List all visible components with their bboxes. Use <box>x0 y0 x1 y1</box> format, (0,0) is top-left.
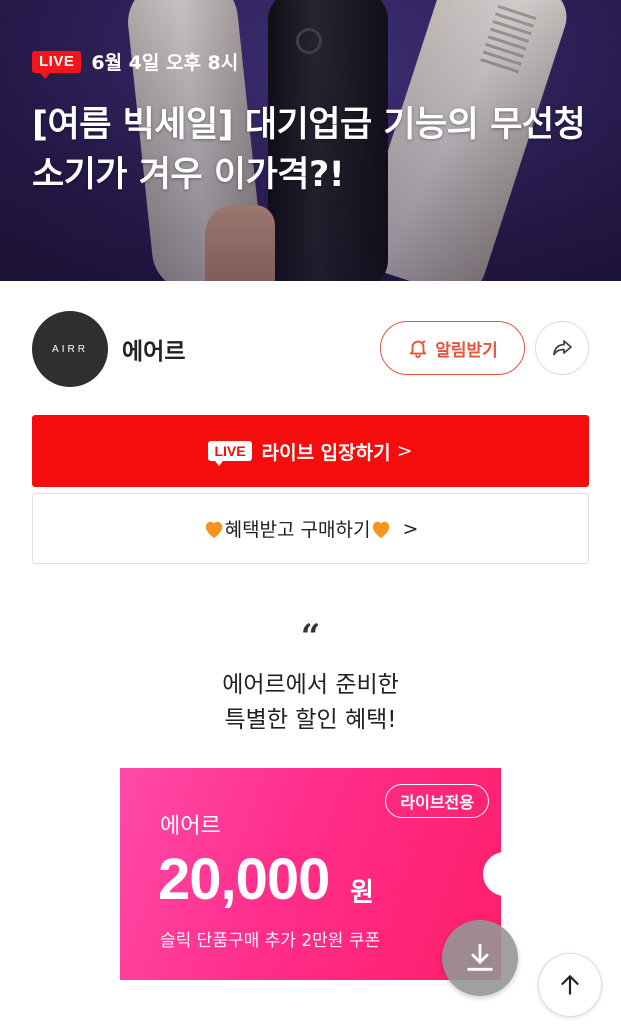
channel-avatar[interactable]: AIRR <box>32 311 108 387</box>
benefit-headline-line1: 에어르에서 준비한 <box>222 672 399 698</box>
coupon-download-button[interactable] <box>442 920 518 996</box>
notify-button[interactable]: 알림받기 <box>380 321 525 375</box>
buy-label: 혜택받고 구매하기 <box>224 519 371 541</box>
scroll-to-top-button[interactable] <box>538 953 602 1017</box>
download-icon <box>467 943 493 971</box>
channel-row: AIRR 에어르 알림받기 <box>32 311 589 387</box>
live-enter-button[interactable]: LIVE 라이브 입장하기 > <box>32 415 589 487</box>
quote-icon: “ <box>300 617 321 657</box>
coupon-unit: 원 <box>350 878 374 908</box>
live-badge-small: LIVE <box>208 441 252 466</box>
buy-with-benefit-button[interactable]: 혜택받고 구매하기 > <box>32 493 589 564</box>
live-enter-label: 라이브 입장하기 <box>261 441 391 464</box>
coupon-amount: 20,000 <box>158 847 330 912</box>
share-button[interactable] <box>535 321 589 375</box>
channel-name[interactable]: 에어르 <box>122 332 185 366</box>
hero-banner[interactable]: LIVE 6월 4일 오후 8시 [여름 빅세일] 대기업급 기능의 무선청소기… <box>0 0 621 281</box>
live-badge: LIVE <box>32 50 82 79</box>
coupon-notch <box>483 852 527 896</box>
arrow-up-icon <box>561 975 579 995</box>
chevron-right-icon: > <box>396 440 413 462</box>
coupon-description: 슬릭 단품구매 추가 2만원 쿠폰 <box>160 931 381 951</box>
avatar-logo-text: AIRR <box>52 343 88 355</box>
chevron-right-icon: > <box>402 517 419 540</box>
benefit-headline-line2: 특별한 할인 혜택! <box>224 707 397 733</box>
live-schedule: LIVE 6월 4일 오후 8시 <box>32 48 239 79</box>
coupon-brand: 에어르 <box>160 814 221 839</box>
live-title: [여름 빅세일] 대기업급 기능의 무선청소기가 겨우 이가격?! <box>32 105 586 195</box>
notify-label: 알림받기 <box>435 340 498 361</box>
live-only-tag: 라이브전용 <box>385 784 489 818</box>
benefit-headline: 에어르에서 준비한 특별한 할인 혜택! <box>0 668 621 738</box>
live-date: 6월 4일 오후 8시 <box>91 52 239 74</box>
share-arrow-icon <box>553 340 572 356</box>
orange-heart-icon <box>205 521 222 538</box>
orange-heart-icon <box>373 521 390 538</box>
bell-icon <box>409 340 427 359</box>
